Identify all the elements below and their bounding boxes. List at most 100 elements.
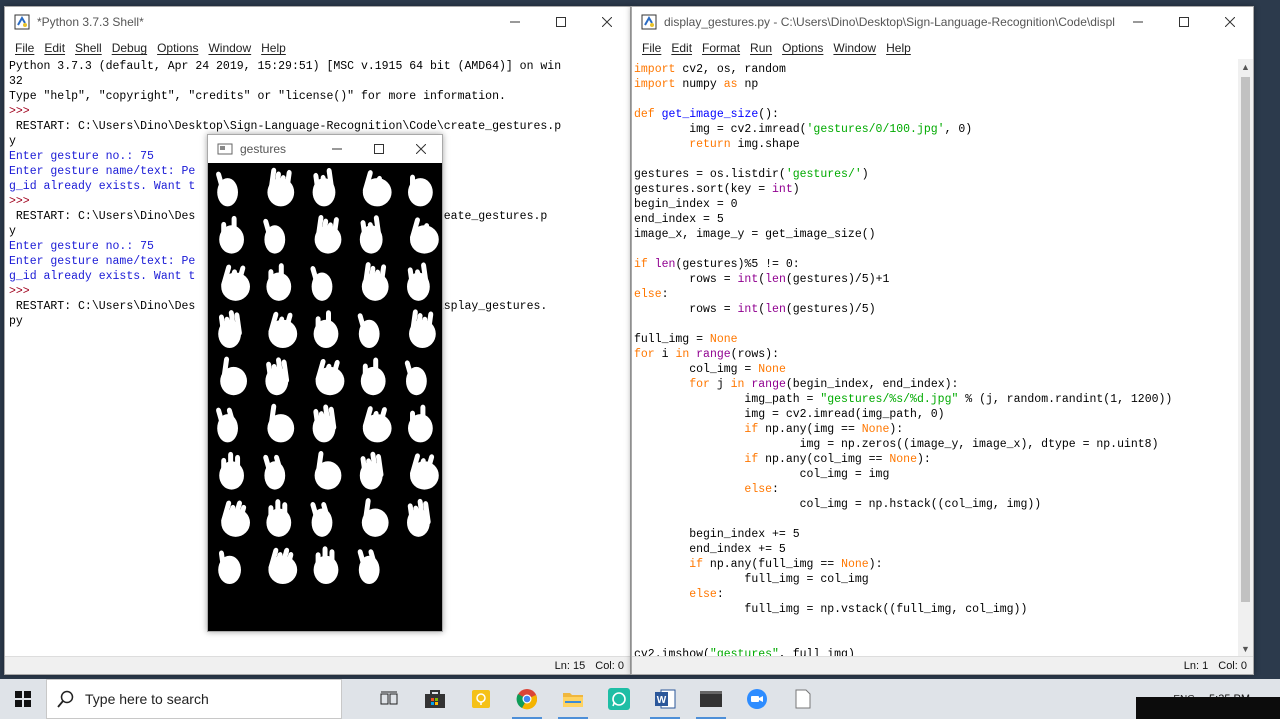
scroll-thumb[interactable] xyxy=(1241,77,1250,602)
gesture-cell xyxy=(362,170,392,207)
code-line: else: xyxy=(689,588,724,601)
gestures-window[interactable]: gestures xyxy=(207,134,443,632)
taskbar: Type here to search W ︿ ENG 5:35 PM xyxy=(0,679,1280,719)
code-line: gestures = os.listdir('gestures/') xyxy=(634,168,869,181)
editor-titlebar[interactable]: display_gestures.py - C:\Users\Dino\Desk… xyxy=(632,7,1253,37)
svg-text:W: W xyxy=(657,695,667,706)
menu-options[interactable]: Options xyxy=(777,41,828,55)
col-indicator: Col: 0 xyxy=(595,659,624,672)
shell-title: *Python 3.7.3 Shell* xyxy=(37,15,144,29)
code-line: for i in range(rows): xyxy=(634,348,779,361)
menu-window[interactable]: Window xyxy=(203,41,256,55)
code-line: else: xyxy=(634,288,669,301)
python-idle-button[interactable] xyxy=(688,679,734,719)
minimize-button[interactable] xyxy=(316,135,358,164)
gesture-cell xyxy=(263,454,286,490)
gesture-cell xyxy=(266,263,292,301)
gesture-cell xyxy=(404,360,427,396)
maximize-button[interactable] xyxy=(358,135,400,164)
line-indicator: Ln: 15 xyxy=(554,659,586,672)
menu-edit[interactable]: Edit xyxy=(39,41,70,55)
gesture-cell xyxy=(361,498,389,537)
code-line: col_img = img xyxy=(634,468,890,481)
close-button[interactable] xyxy=(584,7,630,37)
gesture-cell xyxy=(218,550,241,585)
sticky-notes-icon xyxy=(472,690,490,708)
windows-logo-icon xyxy=(15,691,31,707)
search-icon xyxy=(57,690,74,708)
chrome-button[interactable] xyxy=(504,679,550,719)
menu-help[interactable]: Help xyxy=(256,41,291,55)
menu-help[interactable]: Help xyxy=(881,41,916,55)
gesture-cell xyxy=(314,214,342,254)
code-line: def get_image_size(): xyxy=(634,108,779,121)
close-button[interactable] xyxy=(400,135,442,164)
menu-options[interactable]: Options xyxy=(152,41,203,55)
code-line: else: xyxy=(744,483,779,496)
whatsapp-button[interactable] xyxy=(596,679,642,719)
code-line: import numpy as np xyxy=(634,78,759,91)
editor-menubar: File Edit Format Run Options Window Help xyxy=(632,37,1253,59)
word-button[interactable]: W xyxy=(642,679,688,719)
task-view-button[interactable] xyxy=(366,679,412,719)
code-editor[interactable]: import cv2, os, random import numpy as np… xyxy=(634,62,1238,662)
sticky-notes-button[interactable] xyxy=(458,679,504,719)
gesture-cell xyxy=(263,218,286,254)
search-placeholder: Type here to search xyxy=(85,691,209,707)
gesture-cell xyxy=(219,215,244,254)
store-icon xyxy=(425,690,445,708)
menu-format[interactable]: Format xyxy=(697,41,745,55)
menu-file[interactable]: File xyxy=(10,41,39,55)
shell-titlebar[interactable]: *Python 3.7.3 Shell* xyxy=(5,7,630,37)
gesture-cell xyxy=(267,167,295,207)
scroll-up-icon[interactable]: ▲ xyxy=(1238,59,1253,74)
gesture-cell xyxy=(361,262,389,301)
notepad-button[interactable] xyxy=(780,679,826,719)
menu-debug[interactable]: Debug xyxy=(107,41,152,55)
word-icon: W xyxy=(655,689,676,709)
gesture-cell xyxy=(220,356,247,396)
code-line: if np.any(img == None): xyxy=(744,423,904,436)
gesture-cell xyxy=(310,502,333,537)
maximize-button[interactable] xyxy=(538,7,584,37)
code-line: img = cv2.imread('gestures/0/100.jpg', 0… xyxy=(634,123,973,136)
menu-run[interactable]: Run xyxy=(745,41,777,55)
minimize-button[interactable] xyxy=(1115,7,1161,37)
editor-title: display_gestures.py - C:\Users\Dino\Desk… xyxy=(664,15,1115,29)
menu-shell[interactable]: Shell xyxy=(70,41,107,55)
gesture-cell xyxy=(268,311,298,349)
close-button[interactable] xyxy=(1207,7,1253,37)
code-line: img = np.zeros((image_y, image_x), dtype… xyxy=(634,438,1159,451)
editor-scrollbar[interactable]: ▲ ▼ xyxy=(1238,59,1253,656)
shell-statusbar: Ln: 15 Col: 0 xyxy=(5,656,630,674)
code-line: import cv2, os, random xyxy=(634,63,786,76)
taskbar-search[interactable]: Type here to search xyxy=(46,679,342,719)
gesture-cell xyxy=(216,407,238,443)
menu-window[interactable]: Window xyxy=(828,41,881,55)
store-button[interactable] xyxy=(412,679,458,719)
scroll-down-icon[interactable]: ▼ xyxy=(1238,641,1253,656)
gesture-cell xyxy=(360,357,386,396)
gesture-cell xyxy=(357,313,380,349)
file-explorer-button[interactable] xyxy=(550,679,596,719)
maximize-button[interactable] xyxy=(1161,7,1207,37)
zoom-button[interactable] xyxy=(734,679,780,719)
menu-edit[interactable]: Edit xyxy=(666,41,697,55)
gestures-titlebar[interactable]: gestures xyxy=(208,135,442,163)
code-line: full_img = None xyxy=(634,333,738,346)
menu-file[interactable]: File xyxy=(637,41,666,55)
code-line: col_img = None xyxy=(634,363,786,376)
gesture-cell xyxy=(357,549,380,585)
code-line: col_img = np.hstack((col_img, img)) xyxy=(634,498,1042,511)
editor-statusbar: Ln: 1 Col: 0 xyxy=(632,656,1253,674)
gestures-title: gestures xyxy=(240,142,287,156)
editor-window[interactable]: display_gestures.py - C:\Users\Dino\Desk… xyxy=(631,6,1254,675)
gesture-cell xyxy=(409,309,436,349)
minimize-button[interactable] xyxy=(492,7,538,37)
start-button[interactable] xyxy=(0,679,46,719)
gesture-cell xyxy=(362,406,392,443)
